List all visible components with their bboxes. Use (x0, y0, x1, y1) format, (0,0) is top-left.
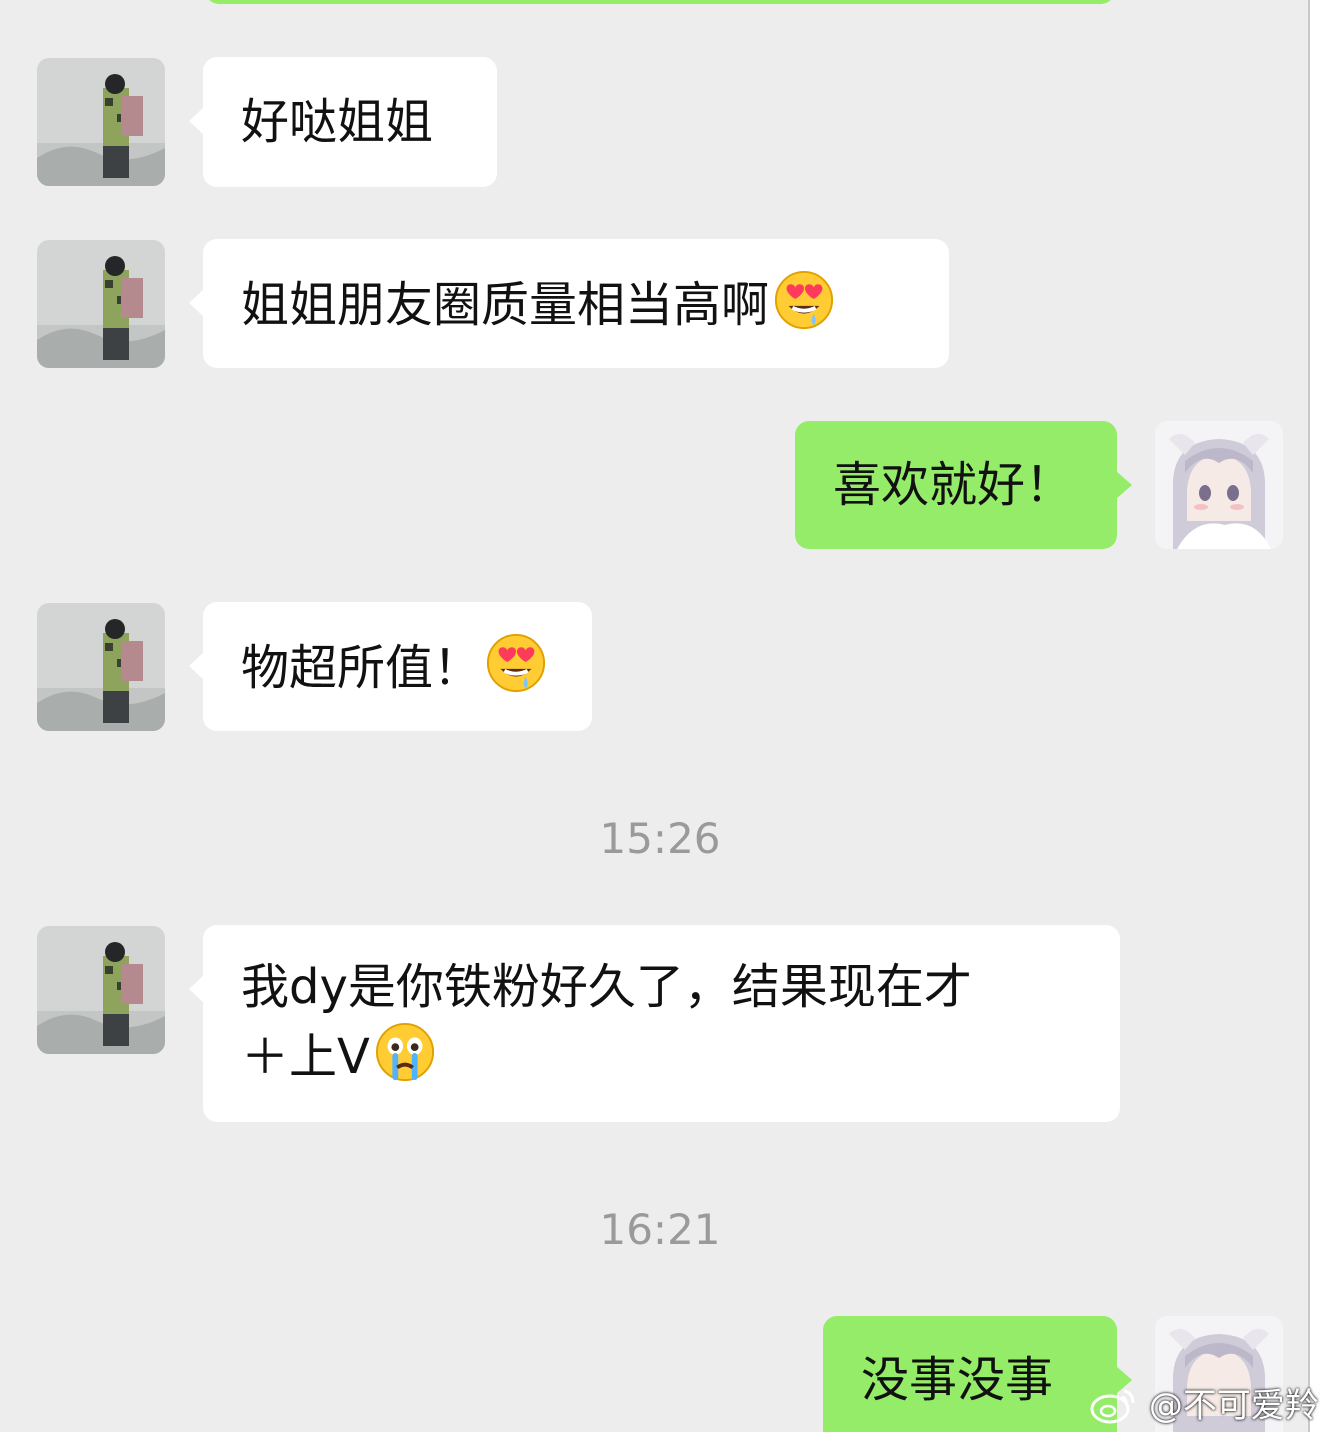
weibo-logo-icon (1088, 1386, 1138, 1426)
incoming-message-bubble[interactable]: 物超所值！ (189, 602, 592, 731)
chat-screen: 好哒姐姐 姐姐朋友圈质量相当高啊 喜欢就好！ 物超所值！ 15:26 我dy是你… (0, 0, 1320, 1432)
message-text: 物超所值！ (241, 640, 482, 696)
incoming-message-bubble[interactable]: 我dy是你铁粉好久了，结果现在才 ＋上V (189, 925, 1120, 1122)
my-avatar[interactable] (1155, 421, 1283, 549)
scrollbar-edge[interactable] (1308, 0, 1320, 1432)
crying-face-icon (374, 1021, 436, 1083)
watermark: @不可爱羚 (1088, 1378, 1319, 1426)
outgoing-message-bubble[interactable]: 喜欢就好！ (795, 421, 1132, 549)
message-text: 没事没事 (861, 1352, 1054, 1408)
contact-avatar[interactable] (37, 58, 165, 186)
contact-avatar[interactable] (37, 926, 165, 1054)
incoming-message-bubble[interactable]: 好哒姐姐 (189, 57, 497, 187)
outgoing-message-bubble[interactable]: 没事没事 (823, 1316, 1132, 1432)
message-text: 我dy是你铁粉好久了，结果现在才 (241, 959, 972, 1015)
heart-eyes-drool-icon (773, 269, 835, 331)
watermark-text: @不可爱羚 (1148, 1386, 1319, 1426)
timestamp: 16:21 (599, 1205, 721, 1254)
partial-outgoing-bubble[interactable] (205, 0, 1115, 4)
message-text: 喜欢就好！ (833, 457, 1074, 513)
message-text: 好哒姐姐 (241, 94, 434, 150)
timestamp: 15:26 (599, 814, 721, 863)
message-text: ＋上V (241, 1029, 370, 1085)
contact-avatar[interactable] (37, 240, 165, 368)
heart-eyes-drool-icon (485, 632, 547, 694)
incoming-message-bubble[interactable]: 姐姐朋友圈质量相当高啊 (189, 239, 949, 368)
message-text: 姐姐朋友圈质量相当高啊 (241, 277, 770, 333)
contact-avatar[interactable] (37, 603, 165, 731)
